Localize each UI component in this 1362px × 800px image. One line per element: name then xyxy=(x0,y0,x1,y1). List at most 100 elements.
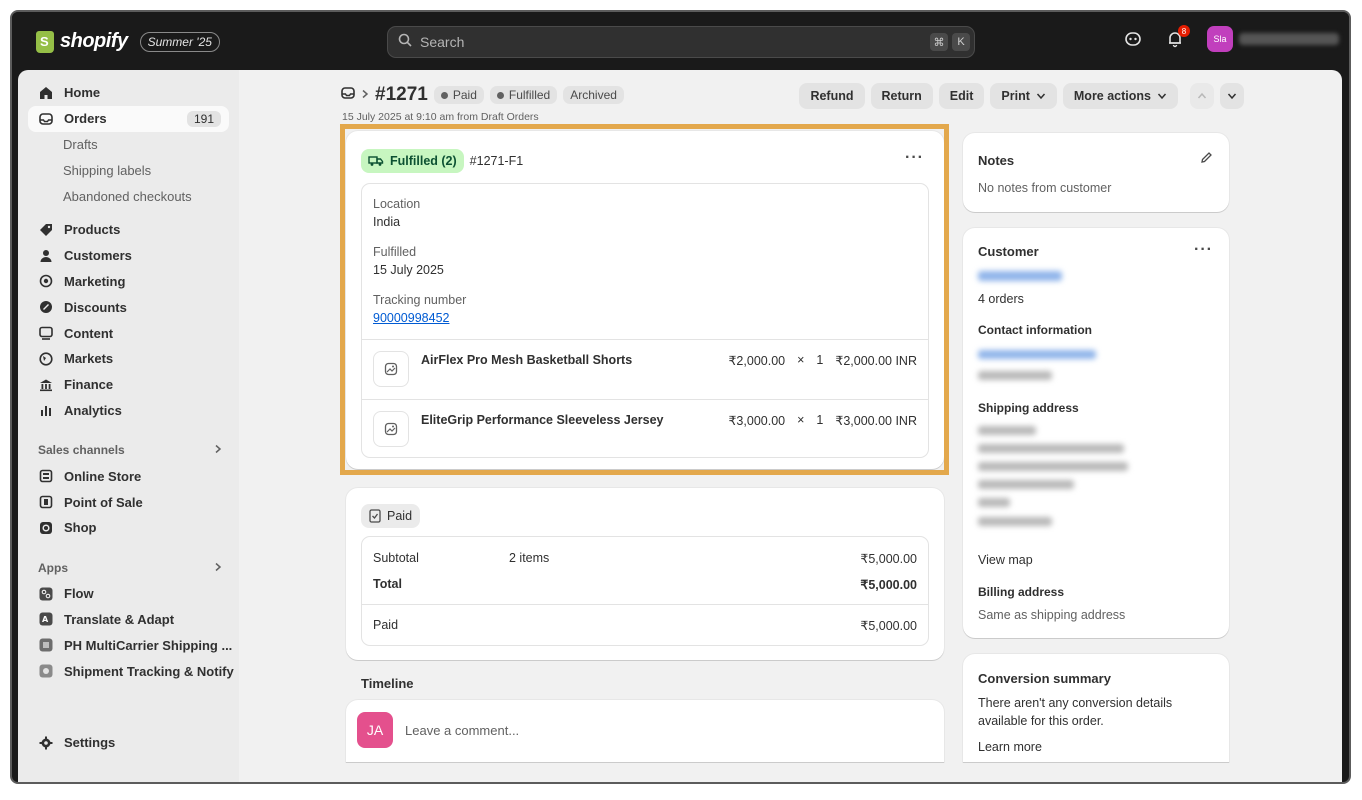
sidebar-item-drafts[interactable]: Drafts xyxy=(18,132,239,158)
edit-pencil-icon[interactable] xyxy=(1200,151,1213,169)
notes-card: Notes No notes from customer xyxy=(963,133,1229,212)
view-map-link[interactable]: View map xyxy=(978,553,1033,567)
shortcut-key-cmd: ⌘ xyxy=(930,33,948,51)
notification-count-badge: 8 xyxy=(1178,25,1190,37)
order-actions: Refund Return Edit Print More actions xyxy=(799,83,1244,109)
shortcut-key-k: K xyxy=(952,33,970,51)
store-name-blurred xyxy=(1239,33,1339,45)
sidebar-item-shipping-labels[interactable]: Shipping labels xyxy=(18,157,239,183)
sidebar-item-label: Settings xyxy=(64,735,116,751)
storefront-icon xyxy=(38,468,54,484)
sidebar-item-analytics[interactable]: Analytics xyxy=(18,398,239,424)
order-subtitle: 15 July 2025 at 9:10 am from Draft Order… xyxy=(342,111,539,123)
sidebar-item-label: Finance xyxy=(64,377,114,393)
sidebar-item-ph-multicarrier[interactable]: PH MultiCarrier Shipping ... xyxy=(18,632,239,658)
sidebar-item-label: Markets xyxy=(64,351,114,367)
sidebar-item-marketing[interactable]: Marketing xyxy=(18,269,239,295)
shop-icon xyxy=(38,520,54,536)
sidebar-item-online-store[interactable]: Online Store xyxy=(18,463,239,489)
payment-summary: Subtotal 2 items ₹5,000.00 Total ₹5,000.… xyxy=(361,536,929,646)
sidebar-item-label: Point of Sale xyxy=(64,494,143,510)
sidebar-item-label: PH MultiCarrier Shipping ... xyxy=(64,637,233,653)
sidebar-item-label: Home xyxy=(64,85,101,101)
refund-button[interactable]: Refund xyxy=(799,83,865,109)
notes-title: Notes xyxy=(978,153,1015,168)
orders-inbox-icon[interactable] xyxy=(341,86,355,105)
payment-card: Paid Subtotal 2 items ₹5,000.00 Total ₹5… xyxy=(346,488,944,660)
sidebar-item-shipment-tracking[interactable]: Shipment Tracking & Notify xyxy=(18,658,239,684)
status-badge-fulfilled: Fulfilled xyxy=(489,86,558,104)
sidebar-item-shop[interactable]: Shop xyxy=(18,515,239,541)
sidebar-item-label: Translate & Adapt xyxy=(64,611,175,627)
button-label: Print xyxy=(1001,89,1030,103)
sidebar-item-finance[interactable]: Finance xyxy=(18,372,239,398)
sidebar-item-point-of-sale[interactable]: Point of Sale xyxy=(18,489,239,515)
sales-channels-section[interactable]: Sales channels xyxy=(18,437,239,463)
target-icon xyxy=(38,273,54,289)
next-order-button[interactable] xyxy=(1220,83,1244,109)
chevron-down-icon xyxy=(1036,93,1045,100)
payment-status-label: Paid xyxy=(387,509,413,523)
status-badge-paid: Paid xyxy=(433,86,484,104)
conversion-text-line2: available for this order. xyxy=(978,714,1104,728)
content-icon xyxy=(38,325,54,341)
home-icon xyxy=(38,85,54,101)
orders-count-badge: 191 xyxy=(186,110,221,127)
total-value: ₹5,000.00 xyxy=(860,578,917,592)
discount-icon xyxy=(38,299,54,315)
store-avatar: Sla xyxy=(1207,26,1233,52)
sidebar-item-settings[interactable]: Settings xyxy=(18,730,239,756)
section-label: Sales channels xyxy=(38,443,125,458)
tag-icon xyxy=(38,222,54,238)
sidebar-item-orders[interactable]: Orders 191 xyxy=(28,105,229,132)
gear-icon xyxy=(38,735,54,751)
sidebar-item-discounts[interactable]: Discounts xyxy=(18,294,239,320)
sidebar-item-flow[interactable]: Flow xyxy=(18,581,239,607)
contact-info-title: Contact information xyxy=(978,323,1092,337)
globe-icon xyxy=(38,351,54,367)
more-options-icon[interactable]: ··· xyxy=(1194,241,1213,259)
brand-name: shopify xyxy=(60,30,128,52)
print-button[interactable]: Print xyxy=(990,83,1057,109)
account-menu[interactable]: Sla xyxy=(1207,26,1339,52)
customer-orders-link[interactable]: 4 orders xyxy=(978,292,1024,306)
sidebar-item-translate-adapt[interactable]: A Translate & Adapt xyxy=(18,607,239,633)
billing-address-title: Billing address xyxy=(978,585,1065,599)
customer-name-blurred[interactable] xyxy=(978,271,1062,281)
status-badge-archived: Archived xyxy=(563,86,624,104)
conversion-summary-card: Conversion summary There aren't any conv… xyxy=(963,654,1229,762)
paid-value: ₹5,000.00 xyxy=(860,619,917,633)
sidebar-item-content[interactable]: Content xyxy=(18,320,239,346)
learn-more-link[interactable]: Learn more xyxy=(978,740,1042,754)
apps-section[interactable]: Apps xyxy=(18,555,239,581)
chevron-right-icon xyxy=(213,443,223,457)
shopify-logo[interactable]: shopify Summer '25 xyxy=(36,30,220,53)
contact-email-blurred[interactable] xyxy=(978,350,1096,359)
sidebar-item-label: Analytics xyxy=(64,402,122,418)
sidebar-item-label: Products xyxy=(64,222,121,238)
chevron-up-icon xyxy=(1197,92,1207,99)
edition-badge[interactable]: Summer '25 xyxy=(139,31,220,52)
shipping-app-icon xyxy=(38,637,54,653)
breadcrumb-chevron-icon xyxy=(361,86,369,104)
return-button[interactable]: Return xyxy=(870,83,933,109)
chevron-down-icon xyxy=(1157,93,1167,100)
notifications-bell-icon[interactable]: 8 xyxy=(1165,25,1190,49)
payment-status-badge: Paid xyxy=(361,504,421,528)
sidebar-item-products[interactable]: Products xyxy=(18,217,239,243)
person-icon xyxy=(38,248,54,264)
subtotal-label: Subtotal xyxy=(373,551,419,565)
shipping-address-title: Shipping address xyxy=(978,401,1079,415)
sidekick-icon[interactable] xyxy=(1123,29,1143,49)
search-bar[interactable]: Search ⌘ K xyxy=(387,26,975,58)
sidebar-item-abandoned-checkouts[interactable]: Abandoned checkouts xyxy=(18,183,239,209)
section-label: Apps xyxy=(38,560,68,575)
comment-input[interactable]: Leave a comment... xyxy=(405,723,519,738)
badge-label: Fulfilled xyxy=(508,88,551,102)
sidebar-item-markets[interactable]: Markets xyxy=(18,346,239,372)
previous-order-button[interactable] xyxy=(1190,83,1214,109)
more-actions-button[interactable]: More actions xyxy=(1062,83,1178,109)
sidebar-item-customers[interactable]: Customers xyxy=(18,243,239,269)
sidebar-item-home[interactable]: Home xyxy=(18,80,239,106)
edit-button[interactable]: Edit xyxy=(938,83,985,109)
